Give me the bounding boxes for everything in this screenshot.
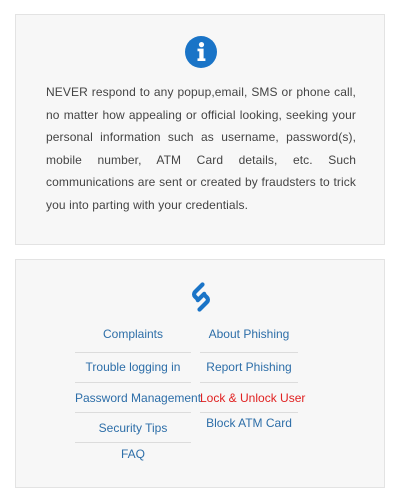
lock-unlock-user-link[interactable]: Lock & Unlock User: [200, 383, 305, 412]
about-phishing-link[interactable]: About Phishing: [200, 323, 298, 352]
report-phishing-link[interactable]: Report Phishing: [200, 353, 298, 382]
complaints-link[interactable]: Complaints: [75, 323, 191, 352]
trouble-logging-in-link[interactable]: Trouble logging in: [75, 353, 191, 382]
help-links-right-column: About Phishing Report Phishing Lock & Un…: [200, 323, 305, 437]
info-circle-icon: [185, 36, 217, 68]
password-management-link[interactable]: Password Management: [75, 383, 201, 412]
help-links-left-column: Complaints Trouble logging in Password M…: [75, 323, 201, 467]
faq-link[interactable]: FAQ: [75, 443, 191, 467]
warning-card: NEVER respond to any popup,email, SMS or…: [15, 14, 385, 245]
block-atm-card-link[interactable]: Block ATM Card: [200, 413, 298, 437]
security-warning-text: NEVER respond to any popup,email, SMS or…: [46, 85, 356, 212]
security-tips-link[interactable]: Security Tips: [75, 413, 191, 442]
help-links-card: Complaints Trouble logging in Password M…: [15, 259, 385, 488]
link-chain-icon: [192, 282, 210, 312]
